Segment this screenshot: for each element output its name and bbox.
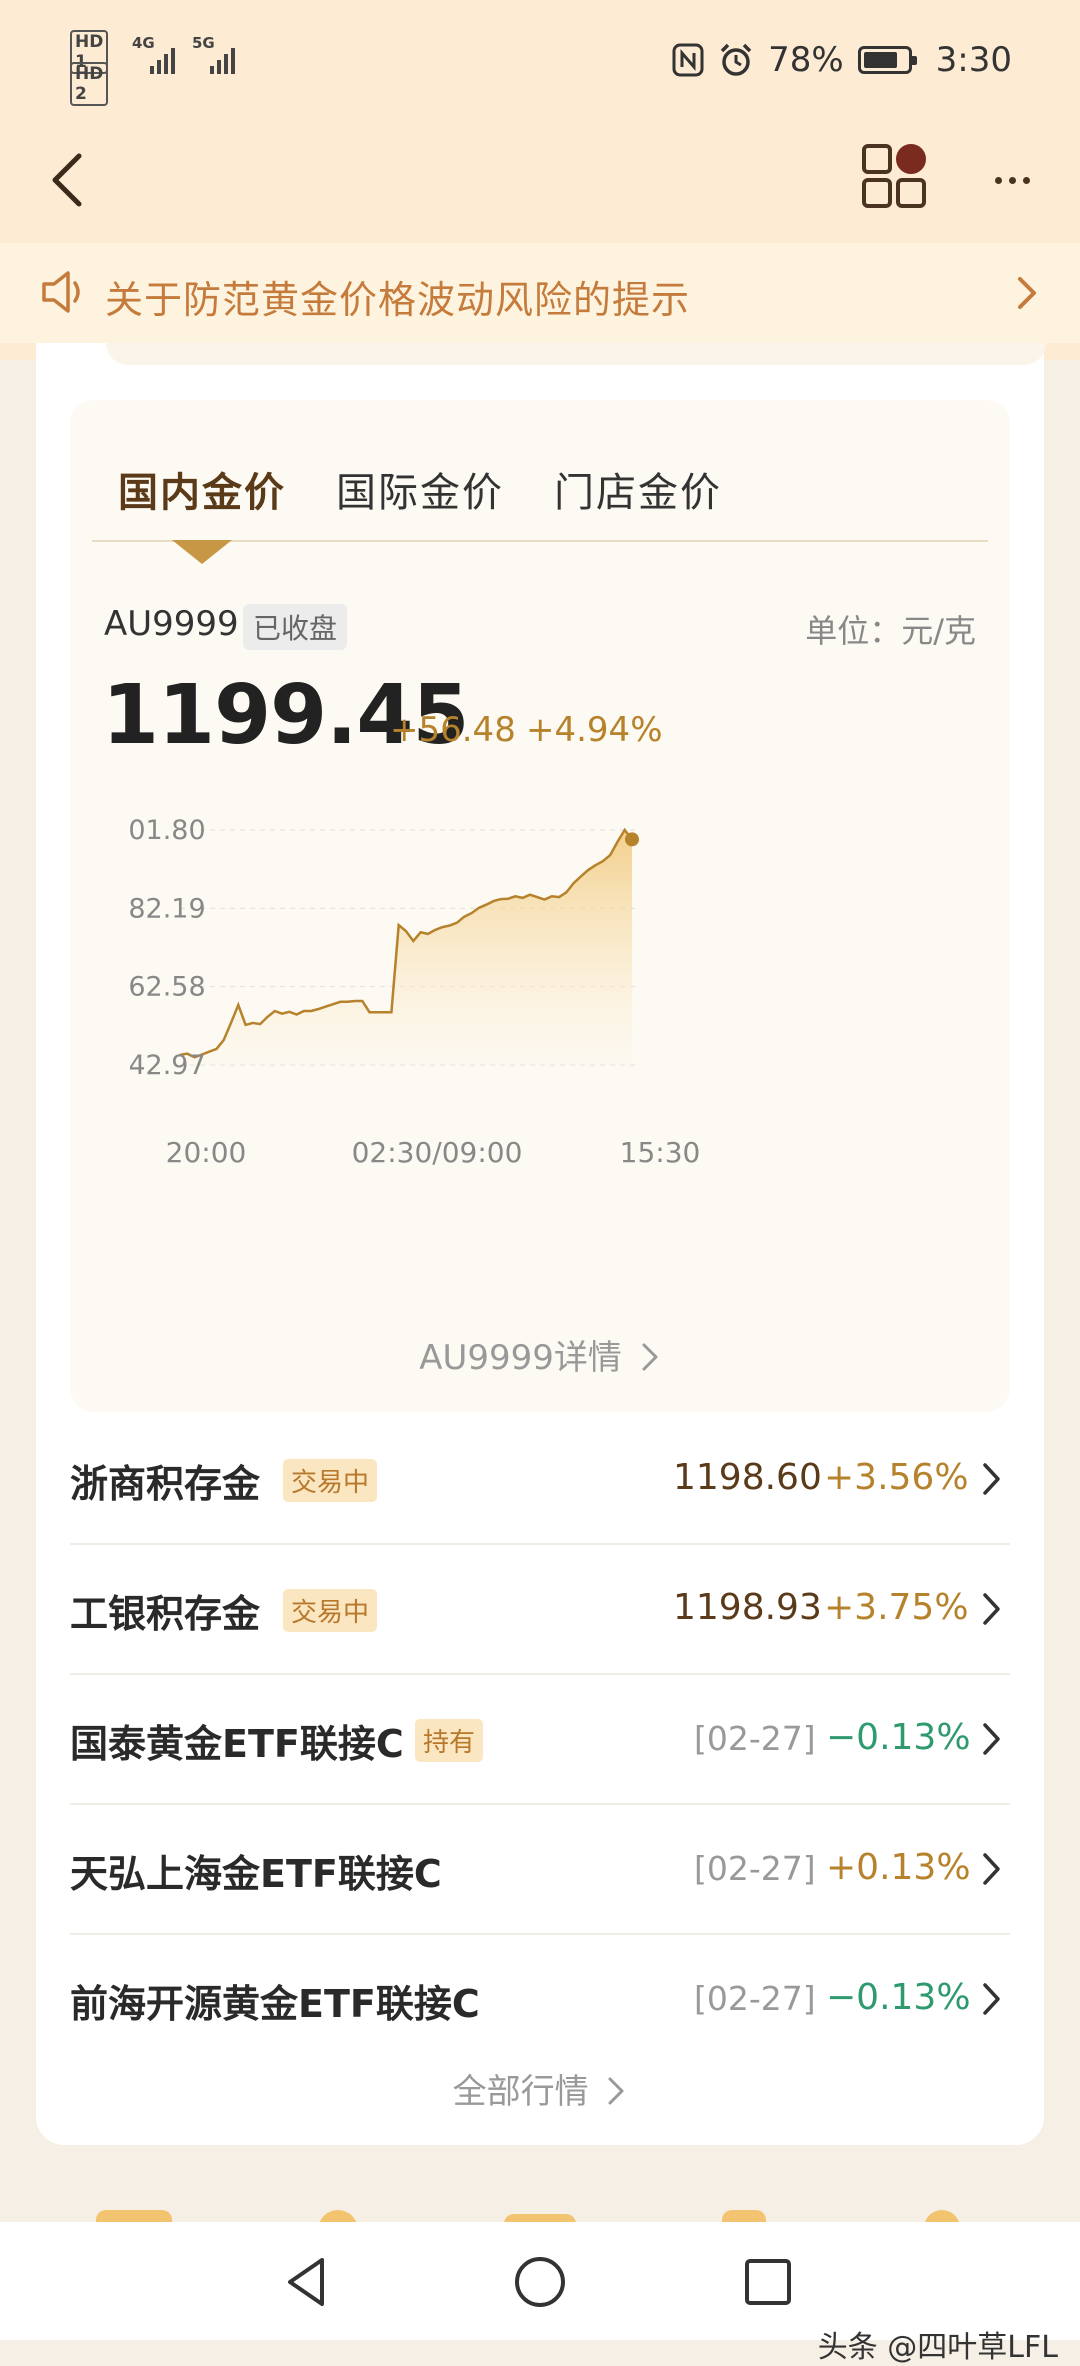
grid-square (862, 178, 892, 208)
watermark: 头条 @四叶草LFL (817, 2330, 1058, 2365)
risk-notice-banner[interactable]: 关于防范黄金价格波动风险的提示 (0, 243, 1080, 343)
nav-recents-icon[interactable] (738, 2252, 798, 2312)
price-change: +56.48 (390, 710, 516, 750)
chevron-right-icon (1018, 277, 1036, 309)
clock: 3:30 (935, 40, 1012, 80)
price-unit: 单位：元/克 (805, 612, 976, 650)
tab-domestic-gold[interactable]: 国内金价 (118, 460, 286, 520)
more-options-button[interactable] (980, 150, 1044, 210)
signal-icon-2 (210, 46, 235, 74)
quote-date: [02-27] (694, 1979, 816, 2018)
grid-square (896, 178, 926, 208)
all-market-link[interactable]: 全部行情 (0, 2064, 1080, 2113)
list-item[interactable]: 浙商积存金 交易中 1198.60 +3.56% (70, 1415, 1010, 1545)
price-change-percent: +4.94% (526, 710, 663, 750)
product-name: 天弘上海金ETF联接C (70, 1852, 442, 1896)
list-item[interactable]: 工银积存金 交易中 1198.93 +3.75% (70, 1545, 1010, 1675)
hd2-indicator: HD 2 (70, 62, 109, 106)
grid-dot (896, 144, 926, 174)
quote-date: [02-27] (694, 1719, 816, 1758)
mini-app-button[interactable] (862, 144, 926, 208)
product-name: 前海开源黄金ETF联接C (70, 1982, 480, 2026)
instrument-code: AU9999 (104, 604, 239, 644)
x-tick-label: 20:00 (166, 1136, 247, 1169)
back-arrow-icon (52, 153, 82, 207)
y-tick-label: 1201.80 (130, 815, 206, 846)
notice-text: 关于防范黄金价格波动风险的提示 (105, 278, 691, 322)
tab-international-gold[interactable]: 国际金价 (336, 460, 504, 520)
product-change-percent: −0.13% (826, 1977, 971, 2018)
chevron-right-icon (983, 1463, 1000, 1495)
product-change-percent: +0.13% (826, 1847, 971, 1888)
product-change-percent: −0.13% (826, 1717, 971, 1758)
nav-bar (0, 120, 1080, 240)
product-change-percent: +3.75% (824, 1587, 969, 1628)
au9999-detail-link[interactable]: AU9999详情 (0, 1330, 1080, 1379)
more-dot (1008, 176, 1016, 184)
status-badge: 交易中 (283, 1589, 378, 1632)
speaker-icon (42, 271, 80, 313)
status-right: 78% 3:30 (672, 36, 1012, 84)
status-badge: 交易中 (283, 1459, 378, 1502)
back-button[interactable] (32, 140, 102, 220)
all-market-label: 全部行情 (452, 2072, 589, 2112)
product-name: 工银积存金 (70, 1592, 261, 1636)
alarm-icon (720, 43, 752, 76)
price-tabs: 国内金价 国际金价 门店金价 (118, 460, 722, 520)
chevron-right-icon (983, 1593, 1000, 1625)
chevron-right-icon (642, 1343, 658, 1371)
last-price-dot (625, 832, 639, 847)
x-tick-label: 15:30 (620, 1136, 701, 1169)
chevron-right-icon (983, 1983, 1000, 2015)
nfc-icon (672, 43, 704, 77)
chevron-right-icon (608, 2077, 624, 2105)
y-tick-label: 1142.97 (130, 1050, 206, 1081)
chevron-right-icon (983, 1723, 1000, 1755)
quote-date: [02-27] (694, 1849, 816, 1888)
intraday-price-chart[interactable]: 1201.80 1182.19 1162.58 1142.97 20:00 02:30/0… (130, 800, 970, 1300)
list-item[interactable]: 前海开源黄金ETF联接C [02-27] −0.13% (70, 1935, 1010, 2065)
market-status-badge: 已收盘 (243, 604, 348, 650)
chevron-right-icon (983, 1853, 1000, 1885)
price-area (180, 830, 632, 1065)
detail-link-label: AU9999详情 (419, 1338, 622, 1378)
nav-home-icon[interactable] (510, 2252, 570, 2312)
list-item[interactable]: 天弘上海金ETF联接C [02-27] +0.13% (70, 1805, 1010, 1935)
more-dot (994, 176, 1002, 184)
more-dot (1022, 176, 1030, 184)
product-name: 浙商积存金 (70, 1462, 261, 1506)
battery-percent: 78% (768, 40, 844, 80)
nav-back-icon[interactable] (278, 2252, 338, 2312)
tab-store-gold[interactable]: 门店金价 (554, 460, 722, 520)
status-bar: HD 1 HD 2 4G 5G 78% 3:30 (0, 0, 1080, 120)
product-price: 1198.60 (673, 1457, 822, 1498)
list-item[interactable]: 国泰黄金ETF联接C 持有 [02-27] −0.13% (70, 1675, 1010, 1805)
y-tick-label: 1182.19 (130, 893, 206, 924)
signal-icon (150, 46, 175, 74)
product-price: 1198.93 (673, 1587, 822, 1628)
active-tab-indicator (172, 540, 232, 564)
card-strip (106, 343, 1046, 365)
x-tick-label: 02:30/09:00 (352, 1136, 523, 1169)
product-name: 国泰黄金ETF联接C (70, 1722, 404, 1766)
battery-icon (857, 46, 917, 74)
product-change-percent: +3.56% (824, 1457, 969, 1498)
holding-badge: 持有 (415, 1719, 484, 1762)
y-tick-label: 1162.58 (130, 972, 206, 1003)
grid-square (862, 144, 892, 174)
